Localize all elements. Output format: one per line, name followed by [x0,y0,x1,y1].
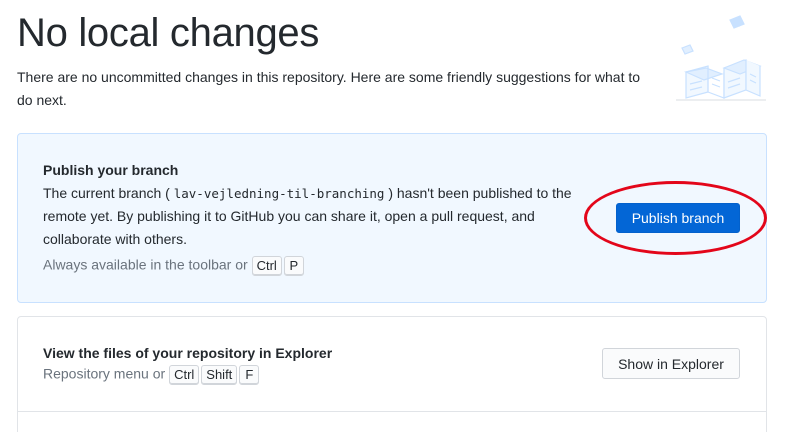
no-changes-view: No local changes There are no uncommitte… [0,0,791,432]
show-in-explorer-button[interactable]: Show in Explorer [602,348,740,379]
shift-key: Shift [201,365,238,385]
publish-card-description: The current branch ( lav-vejledning-til-… [43,185,572,247]
ctrl-key: Ctrl [251,256,282,276]
publish-card-title: Publish your branch [43,162,179,178]
branch-name: lav-vejledning-til-branching [173,186,385,201]
page-title: No local changes [17,11,320,55]
paper-stack-illustration [676,15,766,101]
explorer-card-title: View the files of your repository in Exp… [43,345,333,361]
card-divider [18,411,766,412]
publish-branch-card: Publish your branch The current branch (… [17,133,767,303]
publish-shortcut-hint: Always available in the toolbar or Ctrl P [43,256,306,276]
page-subtitle: There are no uncommitted changes in this… [17,69,641,108]
p-key: P [283,256,304,276]
ctrl-key: Ctrl [169,365,200,385]
show-in-explorer-card: View the files of your repository in Exp… [17,316,767,432]
explorer-shortcut-hint: Repository menu or Ctrl Shift F [43,365,261,385]
publish-branch-button[interactable]: Publish branch [616,203,740,233]
f-key: F [239,365,260,385]
